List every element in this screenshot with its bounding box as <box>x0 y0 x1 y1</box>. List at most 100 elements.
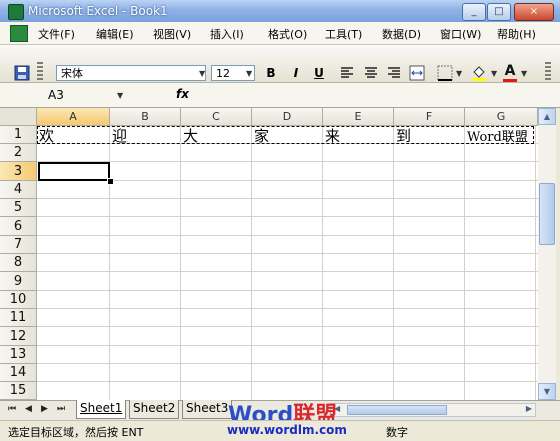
toolbar-grip-right[interactable] <box>545 62 551 82</box>
toolbar-grip[interactable] <box>37 62 43 82</box>
excel-app-icon[interactable] <box>8 4 24 20</box>
column-header-g[interactable]: G <box>465 108 538 126</box>
menu-window[interactable]: 窗口(W) <box>440 26 481 42</box>
gridline <box>180 126 181 400</box>
vertical-scrollbar[interactable]: ▲ ▼ <box>538 108 556 400</box>
menu-insert[interactable]: 插入(I) <box>210 26 244 42</box>
scroll-down-button[interactable]: ▼ <box>538 383 556 400</box>
row-header-1[interactable]: 1 <box>0 126 37 144</box>
row-header-10[interactable]: 10 <box>0 291 37 309</box>
row-header-6[interactable]: 6 <box>0 217 37 236</box>
merge-center-icon[interactable] <box>409 65 425 81</box>
row-header-13[interactable]: 13 <box>0 346 37 364</box>
column-header-a[interactable]: A <box>37 108 110 126</box>
gridline <box>535 126 536 400</box>
align-right-icon[interactable] <box>387 66 401 80</box>
align-center-icon[interactable] <box>364 66 378 80</box>
next-sheet-icon[interactable]: ▶ <box>41 404 48 414</box>
maximize-button[interactable]: □ <box>487 3 511 21</box>
row-header-5[interactable]: 5 <box>0 199 37 217</box>
excel-window: Microsoft Excel - Book1 _ □ × 文件(F) 编辑(E… <box>0 0 560 441</box>
menu-format[interactable]: 格式(O) <box>268 26 307 42</box>
gridline <box>37 198 538 199</box>
row-header-4[interactable]: 4 <box>0 181 37 199</box>
minimize-button[interactable]: _ <box>462 3 486 21</box>
active-cell-a3[interactable] <box>38 162 110 181</box>
title-bar[interactable]: Microsoft Excel - Book1 _ □ × <box>0 0 560 22</box>
vertical-scroll-thumb[interactable] <box>539 183 555 245</box>
row-header-12[interactable]: 12 <box>0 327 37 346</box>
borders-dropdown-icon[interactable]: ▼ <box>456 69 462 78</box>
gridline <box>37 381 538 382</box>
gridline <box>37 308 538 309</box>
last-sheet-icon[interactable]: ⏭ <box>57 404 65 414</box>
row-header-7[interactable]: 7 <box>0 236 37 254</box>
close-button[interactable]: × <box>514 3 554 21</box>
horizontal-scroll-thumb[interactable] <box>347 405 447 415</box>
font-name-box[interactable]: 宋体 <box>56 65 206 81</box>
gridline <box>37 345 538 346</box>
menu-data[interactable]: 数据(D) <box>382 26 421 42</box>
gridline <box>37 235 538 236</box>
gridline <box>37 290 538 291</box>
watermark-url: www.wordlm.com <box>227 423 347 437</box>
status-message: 选定目标区域，然后按 ENT <box>8 426 144 439</box>
workbook-icon[interactable] <box>10 25 28 42</box>
italic-button[interactable]: I <box>289 66 303 80</box>
fill-color-dropdown-icon[interactable]: ▼ <box>491 69 497 78</box>
row-header-3[interactable]: 3 <box>0 162 37 181</box>
fill-color-icon[interactable] <box>470 64 488 82</box>
align-left-icon[interactable] <box>340 66 354 80</box>
row-header-2[interactable]: 2 <box>0 144 37 162</box>
row-header-8[interactable]: 8 <box>0 254 37 272</box>
gridline <box>393 126 394 400</box>
column-header-e[interactable]: E <box>323 108 394 126</box>
row-header-11[interactable]: 11 <box>0 309 37 327</box>
tab-sheet2[interactable]: Sheet2 <box>129 400 180 419</box>
scroll-up-button[interactable]: ▲ <box>538 108 556 125</box>
gridline <box>37 253 538 254</box>
font-size-dropdown-icon[interactable]: ▼ <box>246 69 252 78</box>
name-box-dropdown-icon[interactable]: ▼ <box>117 91 123 100</box>
menu-view[interactable]: 视图(V) <box>153 26 191 42</box>
column-header-d[interactable]: D <box>252 108 323 126</box>
name-box[interactable]: A3 <box>40 87 128 104</box>
scroll-right-icon[interactable]: ▶ <box>526 404 532 413</box>
prev-sheet-icon[interactable]: ◀ <box>25 404 32 414</box>
gridline <box>37 216 538 217</box>
underline-button[interactable]: U <box>312 66 326 80</box>
gridline <box>37 271 538 272</box>
menu-file[interactable]: 文件(F) <box>38 26 75 42</box>
menu-tools[interactable]: 工具(T) <box>325 26 362 42</box>
font-color-icon[interactable]: A <box>503 63 517 79</box>
font-color-dropdown-icon[interactable]: ▼ <box>521 69 527 78</box>
fill-handle[interactable] <box>107 178 114 185</box>
borders-icon[interactable] <box>437 65 453 81</box>
font-color-swatch <box>503 79 517 82</box>
tab-sheet1[interactable]: Sheet1 <box>76 400 127 419</box>
tab-sheet3[interactable]: Sheet3 <box>182 400 233 419</box>
horizontal-scrollbar[interactable]: ◀ ▶ <box>330 403 536 417</box>
gridline <box>37 326 538 327</box>
row-header-9[interactable]: 9 <box>0 272 37 291</box>
gridline <box>464 126 465 400</box>
column-header-c[interactable]: C <box>181 108 252 126</box>
gridline <box>251 126 252 400</box>
copy-marquee <box>37 126 534 144</box>
save-icon[interactable] <box>14 65 30 81</box>
window-title: Microsoft Excel - Book1 <box>28 4 168 18</box>
font-name-dropdown-icon[interactable]: ▼ <box>199 69 205 78</box>
worksheet-grid[interactable]: A B C D E F G 1 2 3 4 5 6 7 8 9 10 11 12… <box>0 108 538 400</box>
menu-edit[interactable]: 编辑(E) <box>96 26 134 42</box>
insert-function-icon[interactable]: fx <box>176 87 189 101</box>
column-header-b[interactable]: B <box>110 108 181 126</box>
menu-bar: 文件(F) 编辑(E) 视图(V) 插入(I) 格式(O) 工具(T) 数据(D… <box>0 22 560 45</box>
menu-help[interactable]: 帮助(H) <box>497 26 536 42</box>
gridline <box>37 363 538 364</box>
first-sheet-icon[interactable]: ⏮ <box>8 404 16 414</box>
bold-button[interactable]: B <box>264 66 278 80</box>
select-all-corner[interactable] <box>0 108 37 126</box>
row-header-15[interactable]: 15 <box>0 382 37 400</box>
row-header-14[interactable]: 14 <box>0 364 37 382</box>
column-header-f[interactable]: F <box>394 108 465 126</box>
